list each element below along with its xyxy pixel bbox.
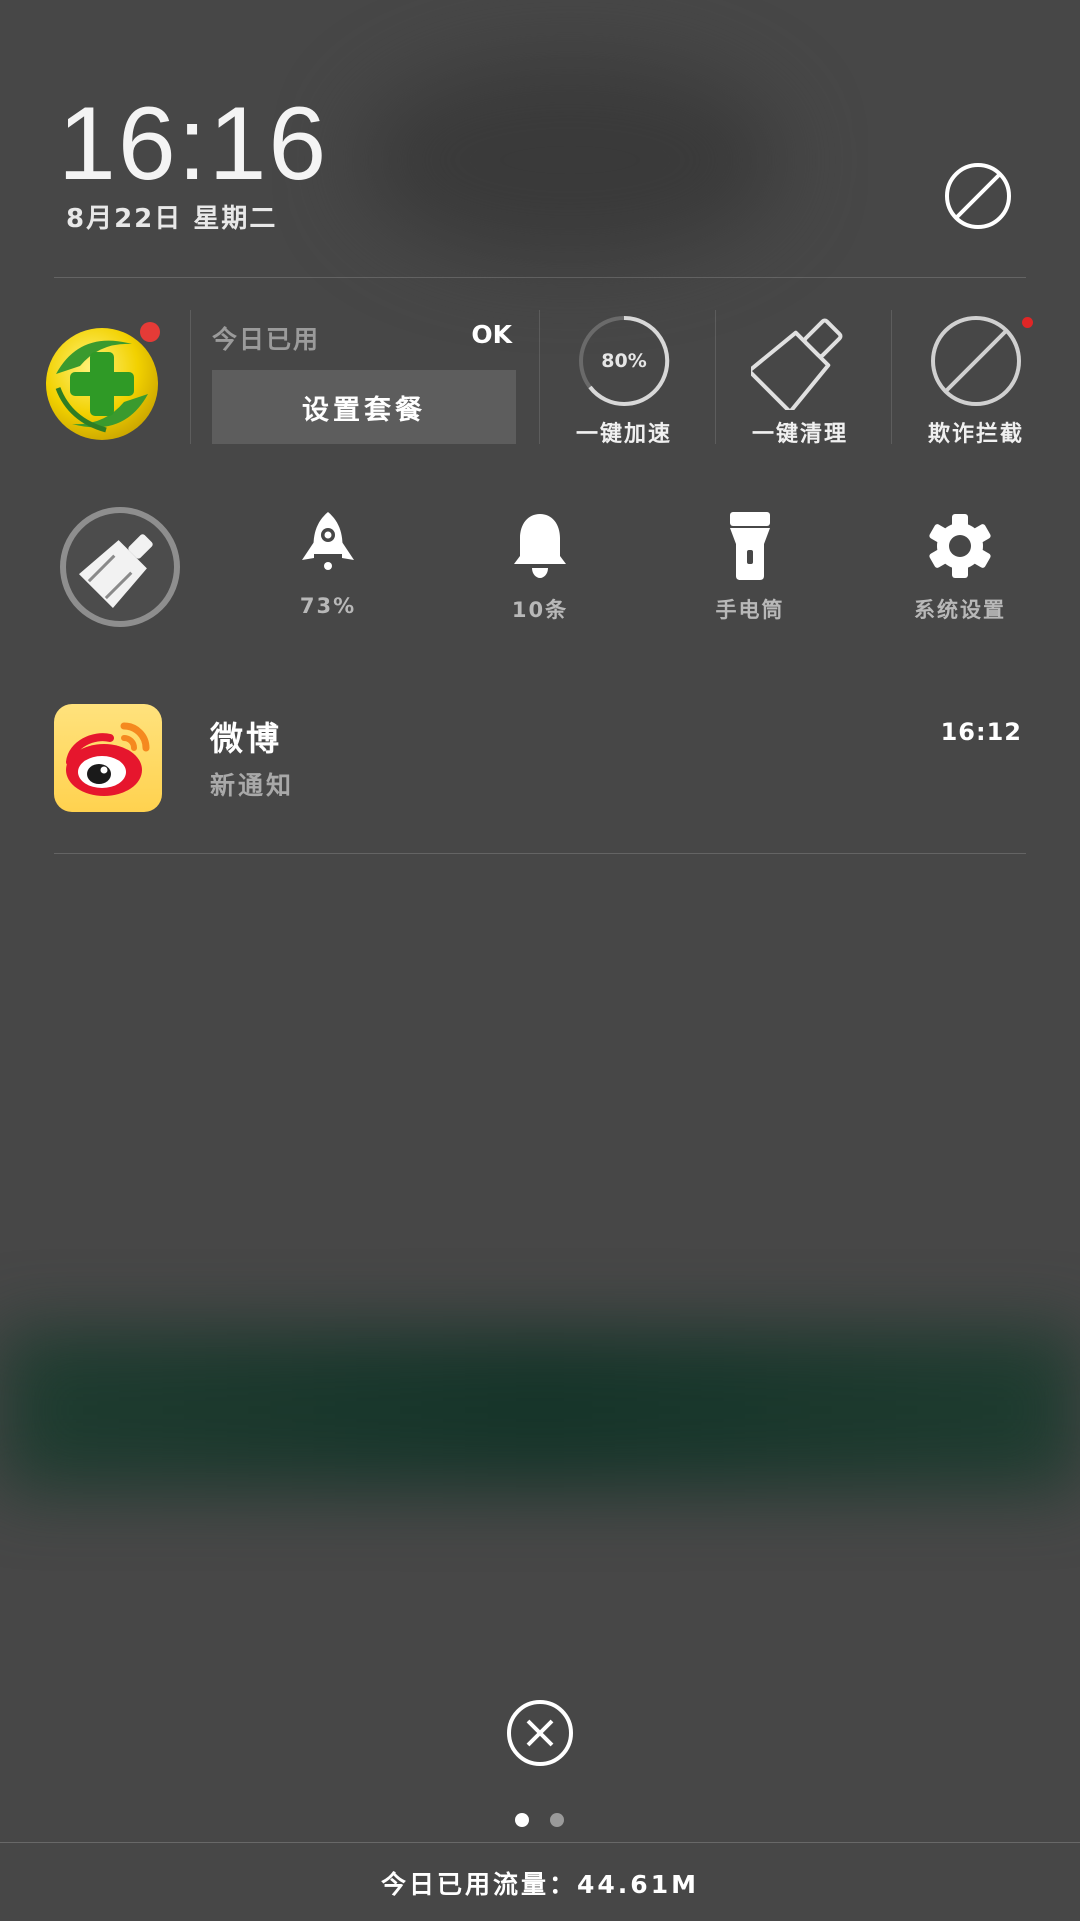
flashlight-label: 手电筒 — [715, 598, 785, 622]
separator — [190, 310, 191, 444]
clean-toggle-button[interactable] — [58, 505, 182, 629]
block-icon[interactable] — [944, 162, 1012, 230]
clean-tool[interactable]: 一键清理 — [712, 312, 888, 452]
rocket-icon — [292, 510, 364, 582]
page-indicator-dot-active[interactable] — [515, 1813, 529, 1827]
system-settings-toggle[interactable]: 系统设置 — [860, 510, 1060, 630]
page-indicator-dot[interactable] — [550, 1813, 564, 1827]
rocket-label: 73% — [299, 594, 357, 618]
header-divider — [54, 277, 1026, 278]
fraud-block-label: 欺诈拦截 — [927, 422, 1024, 447]
set-plan-button[interactable]: 设置套餐 — [212, 370, 516, 444]
clock-date: 8月22日 星期二 — [66, 204, 278, 234]
system-settings-label: 系统设置 — [914, 598, 1006, 622]
fraud-block-tool[interactable]: 欺诈拦截 — [888, 312, 1064, 452]
notification-text: 新通知 — [210, 771, 295, 800]
clean-label: 一键清理 — [751, 422, 848, 447]
weibo-icon — [54, 704, 162, 812]
notification-dot — [1022, 317, 1033, 328]
speedup-label: 一键加速 — [575, 422, 672, 447]
notification-time: 16:12 — [940, 718, 1022, 746]
gear-icon — [924, 510, 996, 582]
footer-bar: 今日已用流量：44.61M — [0, 1842, 1080, 1921]
traffic-used-label: 今日已用 — [212, 325, 321, 354]
notification-divider — [54, 853, 1026, 854]
block-icon — [927, 312, 1025, 410]
footer-traffic-text: 今日已用流量：44.61M — [381, 1870, 699, 1899]
traffic-used-value: OK — [471, 320, 512, 349]
flashlight-icon — [714, 510, 786, 582]
flashlight-toggle[interactable]: 手电筒 — [650, 510, 850, 630]
bell-icon — [504, 510, 576, 582]
notifications-label: 10条 — [511, 598, 569, 622]
background-blur-top — [360, 60, 780, 260]
notification-title: 微博 — [210, 719, 282, 758]
notification-item[interactable]: 微博 新通知 16:12 — [54, 700, 1026, 820]
speedup-value: 80% — [601, 350, 647, 372]
close-icon — [507, 1700, 573, 1766]
broom-icon — [747, 312, 849, 414]
notifications-toggle[interactable]: 10条 — [440, 510, 640, 630]
background-blur-green — [0, 1330, 1080, 1490]
close-button[interactable] — [506, 1699, 574, 1767]
notification-dot — [140, 322, 160, 342]
clock-time: 16:16 — [58, 86, 329, 202]
speedup-tool[interactable]: 80% 一键加速 — [536, 312, 712, 452]
rocket-toggle[interactable]: 73% — [228, 510, 428, 630]
